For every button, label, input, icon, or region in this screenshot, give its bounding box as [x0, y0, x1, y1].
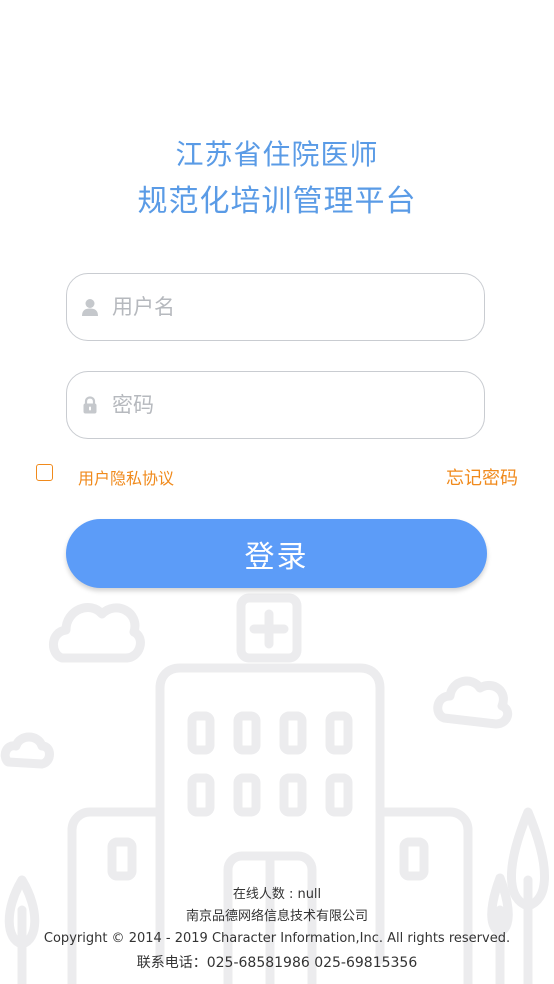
lock-icon [82, 396, 98, 414]
app-title: 江苏省住院医师 规范化培训管理平台 [0, 132, 554, 226]
privacy-agree-checkbox[interactable] [36, 464, 53, 481]
company-name-text: 南京品德网络信息技术有限公司 [185, 909, 368, 924]
forgot-password-link[interactable]: 忘记密码 [446, 464, 518, 490]
username-field[interactable] [66, 273, 485, 341]
password-input[interactable] [110, 392, 444, 418]
privacy-agreement-link[interactable]: 用户隐私协议 [78, 465, 174, 489]
login-page: 江苏省住院医师 规范化培训管理平台 用户隐私协议 忘记密码 登录 [0, 0, 554, 984]
login-button[interactable]: 登录 [66, 519, 487, 588]
options-row: 用户隐私协议 忘记密码 [0, 462, 554, 490]
title-line-1: 江苏省住院医师 [175, 138, 379, 171]
footer: 在线人数 : null 南京品德网络信息技术有限公司 Copyright © 2… [0, 884, 554, 974]
user-icon [82, 298, 98, 316]
password-field[interactable] [66, 371, 485, 439]
username-input[interactable] [110, 294, 444, 320]
title-line-2: 规范化培训管理平台 [137, 184, 417, 219]
copyright-text: Copyright © 2014 - 2019 Character Inform… [43, 931, 511, 946]
online-count-text: 在线人数 : null [232, 887, 322, 902]
contact-phone-text: 联系电话：025-68581986 025-69815356 [136, 955, 418, 971]
